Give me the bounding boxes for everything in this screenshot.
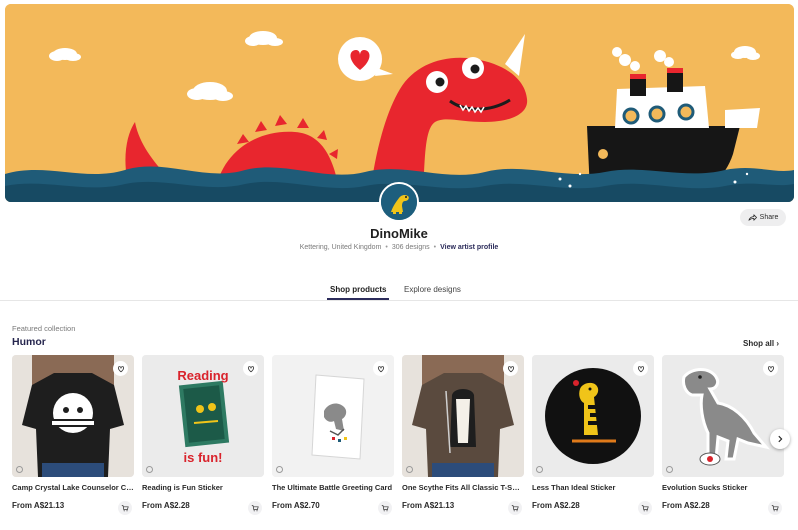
- favorite-button[interactable]: [113, 361, 128, 376]
- tab-explore-designs[interactable]: Explore designs: [404, 285, 461, 294]
- meta-separator: •: [385, 244, 388, 251]
- product-price: From A$21.13: [12, 501, 65, 510]
- product-card[interactable]: The Ultimate Battle Greeting Card From A…: [272, 355, 394, 515]
- featured-collection-label: Featured collection: [12, 324, 76, 333]
- product-price: From A$2.28: [532, 501, 580, 510]
- cart-icon: [511, 505, 519, 512]
- product-image[interactable]: [272, 355, 394, 477]
- product-image[interactable]: Reading is fun!: [142, 355, 264, 477]
- heart-icon: [247, 365, 254, 372]
- heart-icon: [637, 365, 644, 372]
- add-to-cart-button[interactable]: [118, 501, 132, 515]
- product-image[interactable]: [532, 355, 654, 477]
- favorite-button[interactable]: [633, 361, 648, 376]
- heart-icon: [117, 365, 124, 372]
- product-price: From A$2.70: [272, 501, 320, 510]
- avatar-dino-image: [381, 184, 417, 220]
- add-to-cart-button[interactable]: [248, 501, 262, 515]
- artist-meta: Kettering, United Kingdom • 306 designs • Vi…: [0, 244, 798, 251]
- collection-title: Humor: [12, 336, 46, 348]
- shop-all-link[interactable]: Shop all ›: [743, 339, 779, 348]
- cart-icon: [381, 505, 389, 512]
- product-card[interactable]: Camp Crystal Lake Counselor Classic T-Sh…: [12, 355, 134, 515]
- info-icon[interactable]: [16, 466, 23, 473]
- artist-avatar: [379, 182, 419, 222]
- cart-icon: [641, 505, 649, 512]
- cart-icon: [121, 505, 129, 512]
- heart-icon: [507, 365, 514, 372]
- product-title[interactable]: Less Than Ideal Sticker: [532, 483, 654, 493]
- info-icon[interactable]: [146, 466, 153, 473]
- banner-illustration: [5, 4, 794, 202]
- favorite-button[interactable]: [373, 361, 388, 376]
- favorite-button[interactable]: [243, 361, 258, 376]
- cart-icon: [771, 505, 779, 512]
- add-to-cart-button[interactable]: [638, 501, 652, 515]
- product-price: From A$2.28: [142, 501, 190, 510]
- carousel-next-button[interactable]: [770, 429, 790, 449]
- artist-design-count: 306 designs: [391, 244, 430, 251]
- shop-all-label: Shop all: [743, 339, 775, 348]
- view-artist-profile-link[interactable]: View artist profile: [440, 244, 498, 251]
- info-icon[interactable]: [666, 466, 673, 473]
- add-to-cart-button[interactable]: [768, 501, 782, 515]
- product-card[interactable]: Less Than Ideal Sticker From A$2.28: [532, 355, 654, 515]
- add-to-cart-button[interactable]: [378, 501, 392, 515]
- add-to-cart-button[interactable]: [508, 501, 522, 515]
- product-title[interactable]: Reading is Fun Sticker: [142, 483, 264, 493]
- product-title[interactable]: One Scythe Fits All Classic T-Shirt: [402, 483, 524, 493]
- info-icon[interactable]: [276, 466, 283, 473]
- profile-banner: [5, 4, 794, 202]
- share-button[interactable]: Share: [740, 209, 786, 226]
- cart-icon: [251, 505, 259, 512]
- product-price: From A$2.28: [662, 501, 710, 510]
- product-card[interactable]: Reading is fun! Reading is Fun Sticker F…: [142, 355, 264, 515]
- product-image[interactable]: [402, 355, 524, 477]
- profile-tabs: Shop products Explore designs: [0, 283, 798, 301]
- sticker-text-reading: Reading: [177, 368, 228, 383]
- product-title[interactable]: The Ultimate Battle Greeting Card: [272, 483, 394, 493]
- product-title[interactable]: Evolution Sucks Sticker: [662, 483, 784, 493]
- meta-separator: •: [433, 244, 437, 251]
- product-price: From A$21.13: [402, 501, 455, 510]
- heart-icon: [767, 365, 774, 372]
- product-title[interactable]: Camp Crystal Lake Counselor Classic T-Sh…: [12, 483, 134, 493]
- share-label: Share: [759, 214, 779, 221]
- tab-shop-products[interactable]: Shop products: [326, 285, 390, 300]
- artist-name: DinoMike: [370, 226, 428, 241]
- product-card[interactable]: One Scythe Fits All Classic T-Shirt From…: [402, 355, 524, 515]
- product-image[interactable]: [12, 355, 134, 477]
- share-icon: [748, 214, 757, 221]
- info-icon[interactable]: [536, 466, 543, 473]
- chevron-right-icon: [778, 435, 783, 443]
- info-icon[interactable]: [406, 466, 413, 473]
- product-image[interactable]: [662, 355, 784, 477]
- product-card[interactable]: Evolution Sucks Sticker From A$2.28: [662, 355, 784, 515]
- heart-icon: [377, 365, 384, 372]
- favorite-button[interactable]: [763, 361, 778, 376]
- sticker-text-is-fun: is fun!: [184, 450, 223, 465]
- artist-location: Kettering, United Kingdom: [299, 244, 382, 251]
- chevron-right-icon: ›: [776, 339, 780, 348]
- favorite-button[interactable]: [503, 361, 518, 376]
